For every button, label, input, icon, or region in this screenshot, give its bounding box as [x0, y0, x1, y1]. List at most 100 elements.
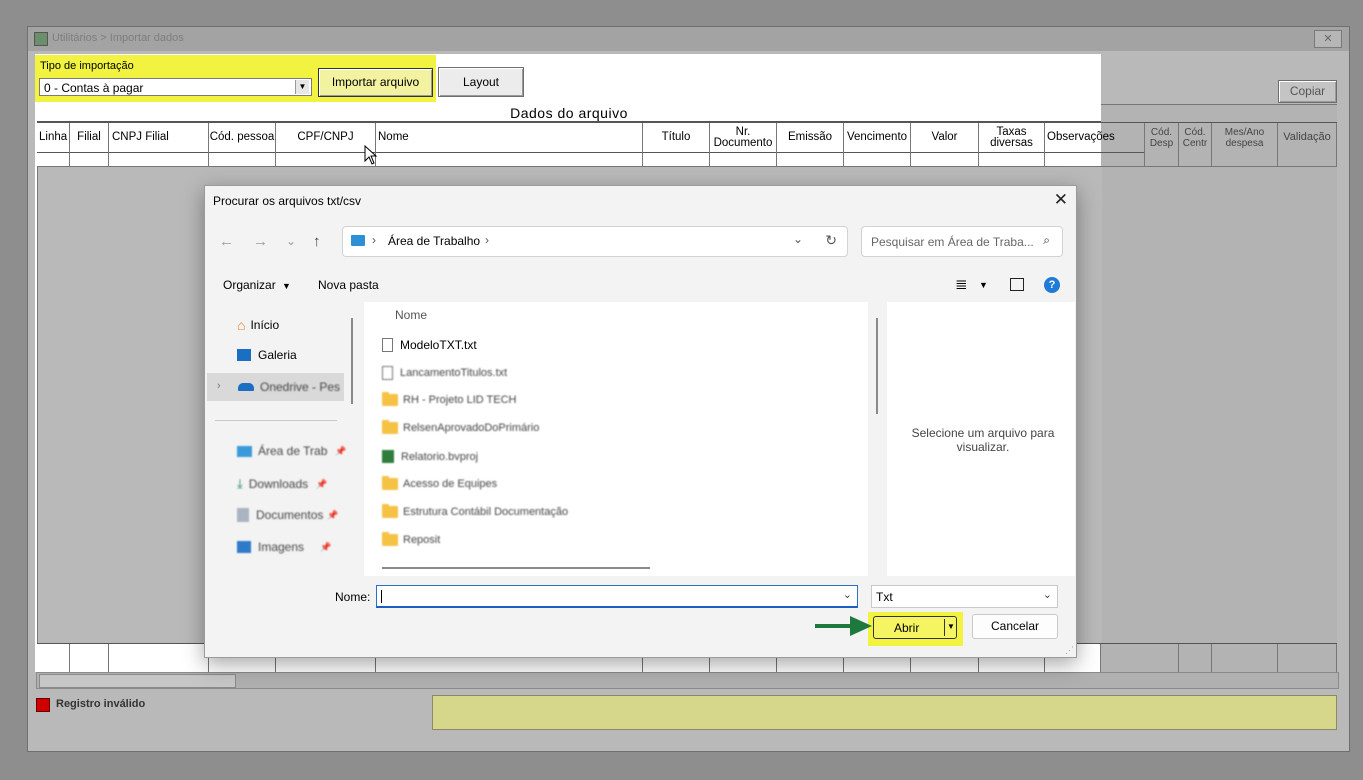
dialog-close-icon[interactable]: ✕	[1054, 190, 1068, 210]
new-folder-button[interactable]: Nova pasta	[318, 278, 379, 292]
cell[interactable]	[710, 151, 777, 166]
cell[interactable]	[209, 151, 276, 166]
column-header-nome[interactable]: Nome	[395, 308, 427, 322]
chevron-down-icon[interactable]: ⌄	[286, 234, 296, 248]
resize-grip-icon[interactable]: ⋰	[1065, 645, 1074, 656]
cell[interactable]	[1145, 151, 1179, 166]
file-item[interactable]: LancamentoTitulos.txt	[382, 366, 507, 380]
preview-message: Selecione um arquivo para visualizar.	[911, 426, 1055, 454]
col-mes-ano-despesa[interactable]: Mes/Ano despesa	[1212, 123, 1278, 152]
open-dropdown-icon[interactable]: ▼	[947, 622, 955, 631]
cell[interactable]	[109, 151, 209, 166]
forward-arrow-icon[interactable]: →	[253, 233, 268, 250]
col-validacao[interactable]: Validação	[1278, 123, 1337, 152]
cell[interactable]	[70, 151, 109, 166]
breadcrumb-separator-icon: ›	[372, 233, 376, 247]
search-input[interactable]: Pesquisar em Área de Traba... ⌕	[861, 226, 1063, 257]
nav-item-inicio[interactable]: ⌂ Início	[237, 317, 279, 333]
grid-horizontal-scrollbar[interactable]	[36, 672, 1339, 689]
col-valor[interactable]: Valor	[911, 123, 979, 152]
expand-chevron-icon: ›	[217, 380, 221, 392]
col-taxas-diversas[interactable]: Taxas diversas	[979, 123, 1045, 152]
preview-pane: Selecione um arquivo para visualizar.	[887, 302, 1075, 576]
file-item[interactable]: Relatorio.bvproj	[382, 450, 478, 463]
address-bar[interactable]: › Área de Trabalho › ⌄ ↻	[342, 226, 848, 257]
file-item[interactable]: Estrutura Contábil Documentação	[382, 504, 569, 518]
file-list-vscrollbar[interactable]	[876, 318, 878, 414]
cell[interactable]	[276, 151, 376, 166]
file-item[interactable]: Reposit	[382, 532, 440, 546]
cell[interactable]	[911, 151, 979, 166]
search-icon: ⌕	[1043, 233, 1050, 247]
col-titulo[interactable]: Título	[643, 123, 710, 152]
col-vencimento[interactable]: Vencimento	[844, 123, 911, 152]
file-name: Estrutura Contábil Documentação	[403, 506, 569, 518]
cell[interactable]	[979, 151, 1045, 166]
open-button-label: Abrir	[894, 621, 920, 635]
nav-item-imagens[interactable]: Imagens 📌	[237, 540, 331, 554]
window-close-button[interactable]: ✕	[1314, 30, 1342, 48]
nav-item-area-trabalho[interactable]: Área de Trab 📌	[237, 444, 347, 458]
cell[interactable]	[1212, 151, 1278, 166]
col-cod-centr[interactable]: Cód. Centr	[1179, 123, 1212, 152]
cell[interactable]	[1179, 151, 1212, 166]
help-icon[interactable]: ?	[1044, 277, 1060, 293]
copy-button[interactable]: Copiar	[1278, 80, 1337, 103]
file-name: RelsenAprovadoDoPrimário	[403, 422, 540, 434]
nav-item-galeria[interactable]: Galeria	[237, 348, 297, 362]
filename-dropdown-icon[interactable]: ⌄	[843, 588, 852, 601]
col-cnpj-filial[interactable]: CNPJ Filial	[109, 123, 209, 152]
view-caret-icon[interactable]: ▼	[979, 280, 988, 290]
address-location[interactable]: Área de Trabalho	[388, 234, 480, 248]
cell[interactable]	[37, 151, 70, 166]
preview-pane-icon[interactable]	[1010, 278, 1024, 291]
download-icon: ⤓	[237, 476, 243, 491]
import-type-select[interactable]: 0 - Contas à pagar ▼	[39, 78, 312, 96]
footer-cell	[1145, 644, 1179, 672]
file-list-hscrollbar[interactable]	[382, 567, 650, 569]
grid-data-row[interactable]	[37, 151, 1337, 167]
left-nav-scrollbar[interactable]	[351, 318, 353, 404]
cancel-button-label: Cancelar	[990, 619, 1040, 633]
organize-menu[interactable]: Organizar ▼	[223, 278, 291, 292]
cell[interactable]	[1278, 151, 1337, 166]
col-nr-documento[interactable]: Nr. Documento	[710, 123, 777, 152]
refresh-icon[interactable]: ↻	[825, 232, 837, 249]
up-arrow-icon[interactable]: ↑	[313, 233, 321, 250]
cell[interactable]	[1045, 151, 1145, 166]
pin-icon: 📌	[320, 541, 332, 552]
address-dropdown-icon[interactable]: ⌄	[793, 232, 803, 246]
filetype-select[interactable]: Txt ⌄	[871, 585, 1058, 608]
view-menu-icon[interactable]: ≣	[955, 275, 968, 293]
cell[interactable]	[777, 151, 844, 166]
import-file-button[interactable]: Importar arquivo	[318, 68, 433, 97]
cell[interactable]	[376, 151, 643, 166]
nav-item-onedrive-selected[interactable]: › Onedrive - Pes	[207, 373, 344, 401]
open-button[interactable]: Abrir ▼	[873, 616, 957, 639]
col-nome[interactable]: Nome	[376, 123, 643, 152]
cell[interactable]	[844, 151, 911, 166]
text-caret	[381, 590, 382, 603]
col-cpf-cnpj[interactable]: CPF/CNPJ	[276, 123, 376, 152]
file-item[interactable]: ModeloTXT.txt	[382, 338, 477, 352]
back-arrow-icon[interactable]: ←	[219, 233, 234, 250]
col-cod-desp[interactable]: Cód. Desp	[1145, 123, 1179, 152]
col-filial[interactable]: Filial	[70, 123, 109, 152]
nav-label: Imagens	[258, 540, 305, 554]
dialog-titlebar: Procurar os arquivos txt/csv ✕	[205, 186, 1076, 216]
col-linha[interactable]: Linha	[37, 123, 70, 152]
nav-item-downloads[interactable]: ⤓ Downloads 📌	[237, 476, 327, 492]
file-item[interactable]: RelsenAprovadoDoPrimário	[382, 420, 540, 434]
col-observacoes[interactable]: Observações	[1045, 123, 1145, 152]
scrollbar-thumb[interactable]	[39, 674, 236, 688]
file-item[interactable]: Acesso de Equipes	[382, 476, 497, 490]
cancel-button[interactable]: Cancelar	[972, 614, 1058, 639]
col-emissao[interactable]: Emissão	[777, 123, 844, 152]
nav-item-documentos[interactable]: Documentos 📌	[237, 508, 339, 522]
file-item[interactable]: RH - Projeto LID TECH	[382, 392, 517, 406]
filename-input[interactable]: ⌄	[376, 585, 858, 608]
col-cod-pessoa[interactable]: Cód. pessoa	[209, 123, 276, 152]
cell[interactable]	[643, 151, 710, 166]
layout-button[interactable]: Layout	[438, 67, 524, 97]
footer-cell	[109, 644, 209, 672]
